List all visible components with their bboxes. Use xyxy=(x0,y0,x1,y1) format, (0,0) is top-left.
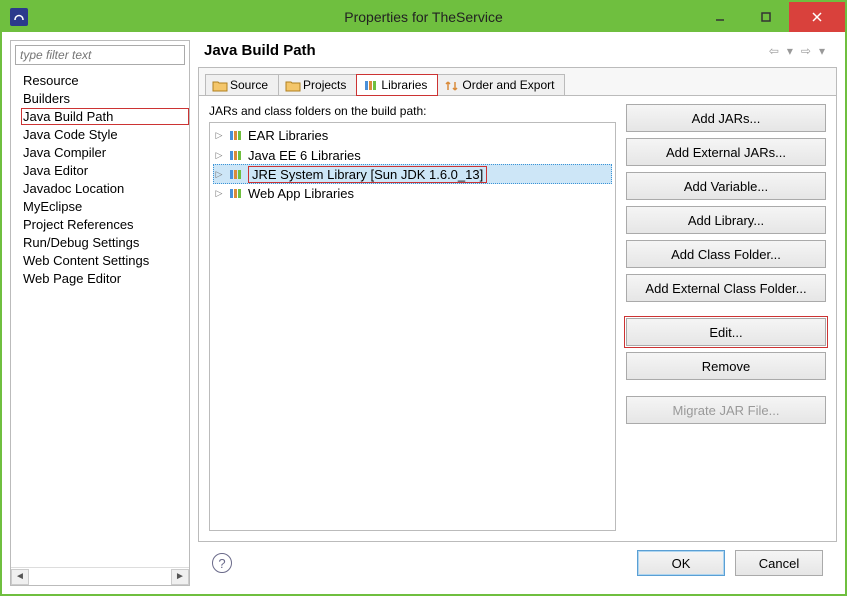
tree-item-web-app-libraries[interactable]: ▷ Web App Libraries xyxy=(210,183,615,203)
tab-source[interactable]: Source xyxy=(205,74,279,95)
sidebar-item-javadoc-location[interactable]: Javadoc Location xyxy=(21,180,189,197)
tree-column: JARs and class folders on the build path… xyxy=(209,104,616,531)
window-controls xyxy=(697,2,845,32)
sidebar-item-web-page-editor[interactable]: Web Page Editor xyxy=(21,270,189,287)
library-icon xyxy=(228,128,244,142)
tab-label: Source xyxy=(230,78,268,92)
ok-button[interactable]: OK xyxy=(637,550,725,576)
page-title: Java Build Path xyxy=(204,42,316,59)
dialog-content: Resource Builders Java Build Path Java C… xyxy=(2,32,845,594)
source-icon xyxy=(212,79,226,91)
sidebar-item-builders[interactable]: Builders xyxy=(21,90,189,107)
main-header: Java Build Path ⇦ ▾ ⇨ ▾ xyxy=(198,40,837,67)
sidebar-item-java-compiler[interactable]: Java Compiler xyxy=(21,144,189,161)
sidebar-item-java-code-style[interactable]: Java Code Style xyxy=(21,126,189,143)
sidebar-scrollbar[interactable]: ◄ ► xyxy=(11,567,189,585)
tab-label: Projects xyxy=(303,78,346,92)
edit-button[interactable]: Edit... xyxy=(626,318,826,346)
library-icon xyxy=(228,167,244,181)
remove-button[interactable]: Remove xyxy=(626,352,826,380)
library-icon xyxy=(228,148,244,162)
expander-icon[interactable]: ▷ xyxy=(214,150,224,161)
tree-item-label: Java EE 6 Libraries xyxy=(248,148,361,163)
tab-libraries[interactable]: Libraries xyxy=(356,74,438,96)
app-icon xyxy=(10,8,28,26)
tab-label: Libraries xyxy=(381,78,427,92)
migrate-jar-button: Migrate JAR File... xyxy=(626,396,826,424)
order-icon xyxy=(444,79,458,91)
build-path-label: JARs and class folders on the build path… xyxy=(209,104,616,118)
dialog-footer: ? OK Cancel xyxy=(198,542,837,586)
sidebar-item-java-build-path[interactable]: Java Build Path xyxy=(21,108,189,125)
back-icon[interactable]: ⇦ xyxy=(767,44,781,58)
back-menu-icon[interactable]: ▾ xyxy=(785,44,795,58)
scroll-right-icon[interactable]: ► xyxy=(171,569,189,585)
help-icon[interactable]: ? xyxy=(212,553,232,573)
forward-icon[interactable]: ⇨ xyxy=(799,44,813,58)
main-panel: Java Build Path ⇦ ▾ ⇨ ▾ Source Projects xyxy=(198,40,837,586)
sidebar-item-resource[interactable]: Resource xyxy=(21,72,189,89)
tree-item-javaee6[interactable]: ▷ Java EE 6 Libraries xyxy=(210,145,615,165)
add-library-button[interactable]: Add Library... xyxy=(626,206,826,234)
tabs-container: Source Projects Libraries Order and Expo… xyxy=(198,67,837,542)
sidebar-item-web-content-settings[interactable]: Web Content Settings xyxy=(21,252,189,269)
expander-icon[interactable]: ▷ xyxy=(214,130,224,141)
library-tree[interactable]: ▷ EAR Libraries ▷ Java EE 6 Libraries ▷ xyxy=(209,122,616,531)
minimize-button[interactable] xyxy=(697,2,743,32)
add-jars-button[interactable]: Add JARs... xyxy=(626,104,826,132)
libraries-icon xyxy=(363,79,377,91)
close-button[interactable] xyxy=(789,2,845,32)
expander-icon[interactable]: ▷ xyxy=(214,188,224,199)
button-column: Add JARs... Add External JARs... Add Var… xyxy=(626,104,826,531)
tab-order-export[interactable]: Order and Export xyxy=(437,74,565,95)
sidebar-item-run-debug-settings[interactable]: Run/Debug Settings xyxy=(21,234,189,251)
tree-item-ear-libraries[interactable]: ▷ EAR Libraries xyxy=(210,125,615,145)
library-icon xyxy=(228,186,244,200)
expander-icon[interactable]: ▷ xyxy=(214,169,224,180)
titlebar: Properties for TheService xyxy=(2,2,845,32)
projects-icon xyxy=(285,79,299,91)
add-external-jars-button[interactable]: Add External JARs... xyxy=(626,138,826,166)
sidebar-item-myeclipse[interactable]: MyEclipse xyxy=(21,198,189,215)
nav-arrows: ⇦ ▾ ⇨ ▾ xyxy=(767,44,827,58)
add-variable-button[interactable]: Add Variable... xyxy=(626,172,826,200)
tree-item-label: Web App Libraries xyxy=(248,186,354,201)
category-sidebar: Resource Builders Java Build Path Java C… xyxy=(10,40,190,586)
add-external-class-folder-button[interactable]: Add External Class Folder... xyxy=(626,274,826,302)
tab-bar: Source Projects Libraries Order and Expo… xyxy=(199,68,836,96)
sidebar-item-project-references[interactable]: Project References xyxy=(21,216,189,233)
maximize-button[interactable] xyxy=(743,2,789,32)
properties-window: Properties for TheService Resource Build… xyxy=(0,0,847,596)
tree-item-label: JRE System Library [Sun JDK 1.6.0_13] xyxy=(248,166,487,183)
tab-body: JARs and class folders on the build path… xyxy=(199,96,836,541)
filter-box xyxy=(15,45,185,65)
tab-label: Order and Export xyxy=(462,78,554,92)
category-list: Resource Builders Java Build Path Java C… xyxy=(11,69,189,567)
filter-input[interactable] xyxy=(15,45,185,65)
cancel-button[interactable]: Cancel xyxy=(735,550,823,576)
tree-item-jre-system-library[interactable]: ▷ JRE System Library [Sun JDK 1.6.0_13] xyxy=(213,164,612,184)
scroll-left-icon[interactable]: ◄ xyxy=(11,569,29,585)
forward-menu-icon[interactable]: ▾ xyxy=(817,44,827,58)
add-class-folder-button[interactable]: Add Class Folder... xyxy=(626,240,826,268)
tab-projects[interactable]: Projects xyxy=(278,74,357,95)
tree-item-label: EAR Libraries xyxy=(248,128,328,143)
sidebar-item-java-editor[interactable]: Java Editor xyxy=(21,162,189,179)
